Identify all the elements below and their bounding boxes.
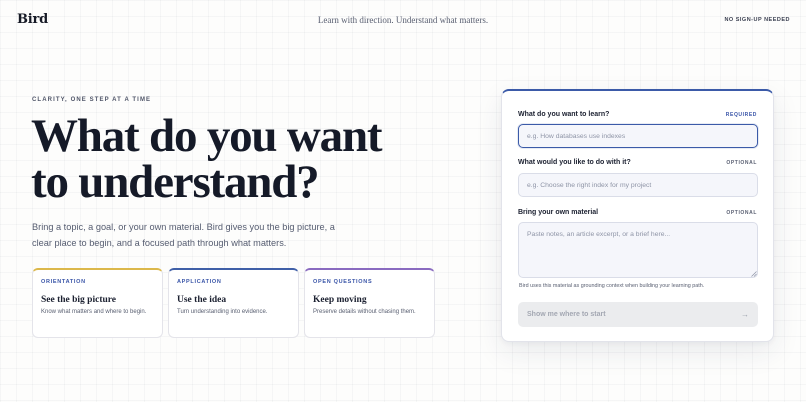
learn-field-label: What do you want to learn? (518, 111, 610, 118)
material-field-label: Bring your own material (518, 209, 599, 216)
required-badge: REQUIRED (725, 112, 757, 118)
material-help-text: Bird uses this material as grounding con… (519, 283, 705, 289)
header-tagline: Learn with direction. Understand what ma… (317, 15, 489, 25)
learn-topic-input[interactable] (518, 124, 758, 148)
card-title: Use the idea (177, 295, 227, 305)
card-title: See the big picture (41, 295, 117, 305)
show-me-where-to-start-button[interactable]: Show me where to start → (518, 302, 758, 327)
card-title: Keep moving (313, 295, 367, 305)
card-description: Know what matters and where to begin. (41, 309, 147, 315)
arrow-right-icon: → (741, 310, 749, 319)
hero-eyebrow: CLARITY, ONE STEP AT A TIME (32, 97, 152, 103)
feature-card-application: APPLICATION Use the idea Turn understand… (168, 268, 299, 338)
card-tag: OPEN QUESTIONS (313, 279, 373, 285)
goal-input[interactable] (518, 173, 758, 197)
hero-description: Bring a topic, a goal, or your own mater… (32, 222, 335, 248)
top-bar: Bird Learn with direction. Understand wh… (0, 0, 806, 40)
optional-badge: OPTIONAL (726, 210, 757, 216)
card-tag: ORIENTATION (41, 279, 86, 285)
optional-badge: OPTIONAL (726, 160, 757, 166)
hero-title: What do you want to understand? (31, 110, 431, 208)
no-signup-note: NO SIGN-UP NEEDED (724, 17, 790, 23)
resize-grip-icon[interactable] (751, 271, 757, 277)
learning-form: What do you want to learn? REQUIRED What… (501, 89, 774, 342)
button-label: Show me where to start (527, 311, 606, 318)
card-description: Preserve details without chasing them. (313, 309, 416, 315)
feature-card-open-questions: OPEN QUESTIONS Keep moving Preserve deta… (304, 268, 435, 338)
material-textarea[interactable] (518, 222, 758, 278)
goal-field-label: What would you like to do with it? (518, 159, 631, 166)
hero-title-line-2: to understand? (31, 156, 320, 208)
card-tag: APPLICATION (177, 279, 222, 285)
card-description: Turn understanding into evidence. (177, 309, 268, 315)
hero-title-line-1: What do you want (31, 110, 383, 162)
feature-card-orientation: ORIENTATION See the big picture Know wha… (32, 268, 163, 338)
